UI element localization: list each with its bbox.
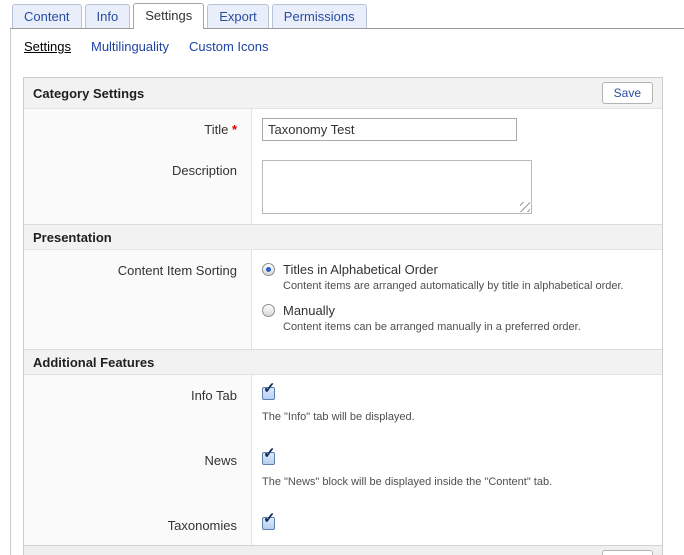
form-header: Category Settings Save [24, 78, 662, 109]
info-tab-label-cell: Info Tab [24, 375, 252, 440]
taxonomies-label: Taxonomies [168, 518, 237, 533]
checkmark-icon: ✓ [263, 511, 276, 526]
sorting-option-alphabetical: Titles in Alphabetical Order Content ite… [262, 262, 650, 292]
sorting-label: Content Item Sorting [118, 263, 237, 278]
description-label-cell: Description [24, 151, 252, 224]
taxonomies-row: Taxonomies ✓ [24, 505, 662, 545]
title-field-cell [252, 109, 662, 151]
checkmark-icon: ✓ [263, 446, 276, 461]
description-field-cell [252, 151, 662, 224]
radio-manually-label[interactable]: Manually [283, 303, 335, 318]
radio-dot-icon [266, 267, 271, 272]
radio-alphabetical-label[interactable]: Titles in Alphabetical Order [283, 262, 438, 277]
info-tab-info: The "Info" tab will be displayed. [262, 411, 650, 423]
checkbox-taxonomies[interactable]: ✓ [262, 517, 275, 530]
form-title: Category Settings [33, 86, 144, 101]
category-settings-form: Category Settings Save Title * Descripti… [23, 77, 663, 555]
info-tab-field-cell: ✓ The "Info" tab will be displayed. [252, 375, 662, 440]
additional-features-title: Additional Features [33, 355, 154, 370]
radio-alphabetical[interactable] [262, 263, 275, 276]
sorting-label-cell: Content Item Sorting [24, 250, 252, 349]
tab-bar: Content Info Settings Export Permissions [10, 0, 684, 29]
sorting-alphabetical-info: Content items are arranged automatically… [283, 280, 650, 292]
tab-export[interactable]: Export [207, 4, 269, 28]
info-tab-row: Info Tab ✓ The "Info" tab will be displa… [24, 375, 662, 440]
subtab-multilinguality[interactable]: Multilinguality [91, 39, 169, 54]
save-button-bottom[interactable]: Save [602, 550, 653, 555]
title-input[interactable] [262, 118, 517, 141]
presentation-title: Presentation [33, 230, 112, 245]
taxonomies-field-cell: ✓ [252, 505, 662, 545]
subtab-settings[interactable]: Settings [24, 39, 71, 54]
subtab-bar: Settings Multilinguality Custom Icons [11, 29, 684, 64]
subtab-custom-icons[interactable]: Custom Icons [189, 39, 268, 54]
radio-manually[interactable] [262, 304, 275, 317]
title-label: Title [204, 122, 228, 137]
save-button-top[interactable]: Save [602, 82, 653, 104]
info-tab-label: Info Tab [191, 388, 237, 403]
news-field-cell: ✓ The "News" block will be displayed ins… [252, 440, 662, 505]
title-row: Title * [24, 109, 662, 151]
news-label: News [204, 453, 237, 468]
sorting-row: Content Item Sorting Titles in Alphabeti… [24, 250, 662, 349]
news-row: News ✓ The "News" block will be displaye… [24, 440, 662, 505]
taxonomies-label-cell: Taxonomies [24, 505, 252, 545]
title-label-cell: Title * [24, 109, 252, 151]
sorting-manually-info: Content items can be arranged manually i… [283, 321, 650, 333]
content-area: Settings Multilinguality Custom Icons Ca… [10, 29, 684, 555]
resize-grip-icon[interactable] [520, 202, 530, 212]
tab-info[interactable]: Info [85, 4, 131, 28]
sorting-field-cell: Titles in Alphabetical Order Content ite… [252, 250, 662, 349]
checkmark-icon: ✓ [263, 381, 276, 396]
form-footer: * Required Save [24, 545, 662, 555]
description-label: Description [172, 163, 237, 178]
tab-content[interactable]: Content [12, 4, 82, 28]
description-textarea[interactable] [262, 160, 532, 214]
checkbox-info-tab[interactable]: ✓ [262, 387, 275, 400]
page: Content Info Settings Export Permissions… [0, 0, 684, 555]
description-row: Description [24, 151, 662, 224]
checkbox-news[interactable]: ✓ [262, 452, 275, 465]
presentation-header: Presentation [24, 224, 662, 250]
sorting-option-manually: Manually Content items can be arranged m… [262, 303, 650, 333]
news-info: The "News" block will be displayed insid… [262, 476, 650, 488]
additional-features-header: Additional Features [24, 349, 662, 375]
news-label-cell: News [24, 440, 252, 505]
required-asterisk: * [232, 122, 237, 137]
tab-settings[interactable]: Settings [133, 3, 204, 29]
tab-permissions[interactable]: Permissions [272, 4, 367, 28]
